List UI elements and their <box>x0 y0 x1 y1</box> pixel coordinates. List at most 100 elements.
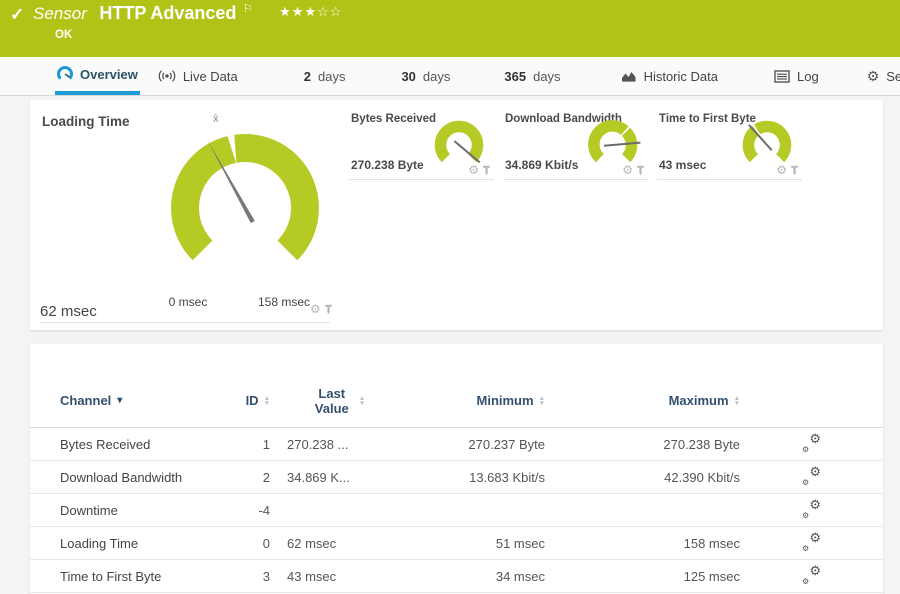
cell-id: -4 <box>258 502 270 518</box>
pin-icon[interactable] <box>324 304 333 315</box>
table-row[interactable]: Loading Time 0 62 msec 51 msec 158 msec … <box>30 527 883 560</box>
column-header-minimum[interactable]: Minimum ▲ ▼ <box>405 393 546 408</box>
tab-number: 2 <box>303 68 311 84</box>
tab-label: days <box>422 68 451 84</box>
cell-id: 2 <box>262 469 270 485</box>
divider <box>40 322 330 323</box>
priority-stars[interactable]: ★★★☆☆ <box>279 4 342 19</box>
gear-icon[interactable]: ⚙ <box>310 303 321 315</box>
channel-settings-icon[interactable]: ⚙ ⚙ <box>802 431 821 454</box>
cell-channel[interactable]: Bytes Received <box>30 437 240 452</box>
gauge-value: 62 msec <box>40 303 97 320</box>
table-row[interactable]: Time to First Byte 3 43 msec 34 msec 125… <box>30 560 883 593</box>
gauge-dial <box>171 128 319 261</box>
live-data-icon <box>158 70 176 82</box>
check-icon: ✓ <box>10 5 25 24</box>
gauge-value: 34.869 Kbit/s <box>505 158 579 172</box>
sensor-title-line: Sensor HTTP Advanced ⚐ ★★★☆☆ <box>33 3 342 24</box>
tab-label: days <box>317 68 346 84</box>
column-label: ID <box>245 393 259 408</box>
tab-label: Overview <box>80 66 138 82</box>
channel-settings-icon[interactable]: ⚙ ⚙ <box>802 464 821 487</box>
stars-empty: ☆☆ <box>317 4 343 19</box>
tab-bar: Overview Live Data 2 days 30 days 365 da… <box>0 57 900 96</box>
time-to-first-byte-gauge: Time to First Byte 43 msec ⚙ <box>657 100 802 180</box>
tab-label: Settings <box>886 68 900 84</box>
gauge-icon <box>57 66 73 80</box>
gauge-value: 270.238 Byte <box>351 158 424 172</box>
cell-minimum: 13.683 Kbit/s <box>469 469 545 485</box>
channel-settings-icon[interactable]: ⚙ ⚙ <box>802 530 821 553</box>
tab-30-days[interactable]: 30 days <box>399 57 452 95</box>
channel-settings-icon[interactable]: ⚙ ⚙ <box>802 497 821 520</box>
column-label: Channel <box>60 393 112 408</box>
column-header-last-value[interactable]: Last Value ▲ ▼ <box>270 386 405 416</box>
gear-icon[interactable]: ⚙ <box>622 164 633 176</box>
tab-settings[interactable]: ⚙ Settings <box>865 57 900 95</box>
tab-2-days[interactable]: 2 days <box>302 57 348 95</box>
column-header-maximum[interactable]: Maximum ▲ ▼ <box>545 393 740 408</box>
cell-last-value: 62 msec <box>287 535 337 551</box>
cell-id: 3 <box>262 568 270 584</box>
table-row[interactable]: Bytes Received 1 270.238 ... 270.237 Byt… <box>30 428 883 461</box>
sort-icon: ▲ ▼ <box>358 394 366 407</box>
cell-channel[interactable]: Loading Time <box>30 536 240 551</box>
download-bandwidth-gauge: Download Bandwidth 34.869 Kbit/s ⚙ <box>503 100 648 180</box>
column-header-id[interactable]: ID ▲ ▼ <box>240 393 270 408</box>
cell-channel[interactable]: Time to First Byte <box>30 569 240 584</box>
gauge-title: Bytes Received <box>351 113 437 125</box>
cell-maximum: 125 msec <box>683 568 740 584</box>
sort-icon: ▲ ▼ <box>733 394 740 407</box>
cell-last-value: 43 msec <box>287 568 337 584</box>
cell-minimum: 51 msec <box>495 535 545 551</box>
table-row[interactable]: Downtime -4 ⚙ ⚙ <box>30 494 883 527</box>
gear-icon[interactable]: ⚙ <box>468 164 479 176</box>
tab-log[interactable]: Log <box>772 57 821 95</box>
tab-overview[interactable]: Overview <box>55 57 140 95</box>
loading-time-gauge: Loading Time x̄ 0 msec 158 msec 62 msec … <box>30 100 360 330</box>
area-chart-icon <box>621 72 636 82</box>
channel-settings-icon[interactable]: ⚙ ⚙ <box>802 563 821 586</box>
tab-label: days <box>533 68 561 84</box>
sensor-status-banner: ✓ Sensor HTTP Advanced ⚐ ★★★☆☆ OK <box>0 0 900 57</box>
cell-last-value: 270.238 ... <box>287 436 349 452</box>
column-label: Minimum <box>476 393 534 408</box>
gauge-scale-min: 0 msec <box>168 295 208 309</box>
tab-historic-data[interactable]: Historic Data <box>619 57 720 95</box>
bytes-received-gauge: Bytes Received 270.238 Byte ⚙ <box>349 100 494 180</box>
tab-live-data[interactable]: Live Data <box>156 57 240 95</box>
mini-gauges: Bytes Received 270.238 Byte ⚙ Download B <box>349 100 802 180</box>
table-row[interactable]: Download Bandwidth 2 34.869 K... 13.683 … <box>30 461 883 494</box>
column-header-channel[interactable]: Channel ▾ <box>30 393 240 408</box>
cell-id: 1 <box>262 436 270 452</box>
gear-icon[interactable]: ⚙ <box>776 164 787 176</box>
gear-icon: ⚙ <box>866 68 880 84</box>
prtg-sensor-page: ✓ Sensor HTTP Advanced ⚐ ★★★☆☆ OK Overvi… <box>0 0 900 594</box>
tab-number: 365 <box>504 68 527 84</box>
stars-filled: ★★★ <box>279 4 318 19</box>
column-label: Last Value <box>314 385 349 416</box>
cell-channel[interactable]: Downtime <box>30 503 240 518</box>
cell-id: 0 <box>262 535 270 551</box>
gauges-panel: Loading Time x̄ 0 msec 158 msec 62 msec … <box>30 100 883 330</box>
channels-table-panel: Channel ▾ ID ▲ ▼ Last Value ▲ ▼ Minimum ▲ ▼… <box>30 344 883 594</box>
cell-last-value: 34.869 K... <box>287 469 350 485</box>
object-kind-label: Sensor <box>33 4 87 23</box>
tab-365-days[interactable]: 365 days <box>502 57 562 95</box>
tab-label: Log <box>796 68 819 84</box>
tab-number: 30 <box>401 68 416 84</box>
column-label: Maximum <box>668 393 729 408</box>
tab-label: Live Data <box>182 68 238 84</box>
tab-label: Historic Data <box>643 68 718 84</box>
pin-icon[interactable] <box>482 165 491 176</box>
pin-icon[interactable] <box>790 165 799 176</box>
flag-icon[interactable]: ⚐ <box>243 3 253 15</box>
gauge-title: Loading Time <box>42 114 130 129</box>
pin-icon[interactable] <box>636 165 645 176</box>
cell-minimum: 34 msec <box>495 568 545 584</box>
status-badge: OK <box>55 29 73 41</box>
cell-maximum: 158 msec <box>683 535 740 551</box>
page-title: HTTP Advanced <box>99 3 237 23</box>
log-list-icon <box>774 69 790 83</box>
cell-channel[interactable]: Download Bandwidth <box>30 470 240 485</box>
